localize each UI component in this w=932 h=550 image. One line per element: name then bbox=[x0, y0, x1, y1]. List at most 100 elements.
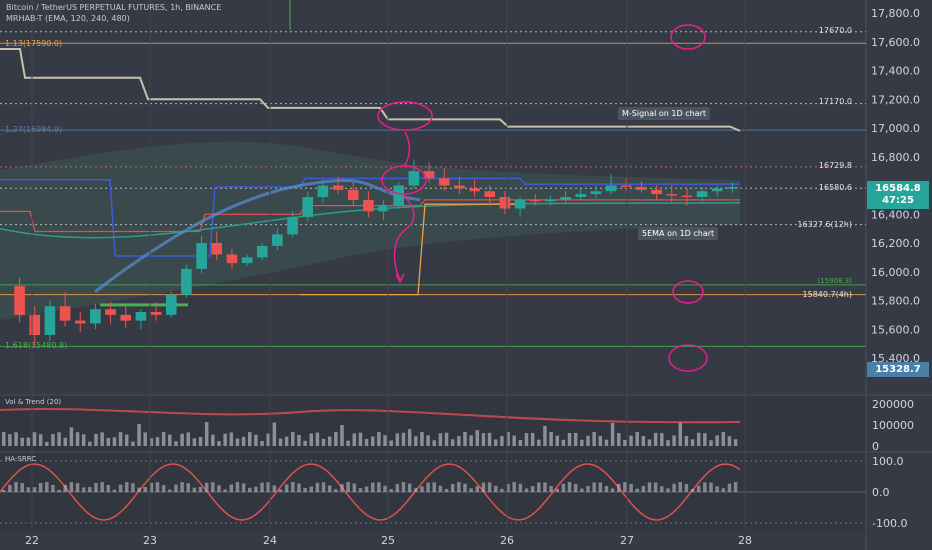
osc-tick-label: 100.0 bbox=[872, 455, 904, 468]
candle-body bbox=[90, 309, 101, 324]
volume-bar bbox=[709, 440, 713, 446]
candle-body bbox=[363, 199, 374, 212]
osc-bar bbox=[426, 482, 430, 492]
osc-bar bbox=[727, 483, 732, 492]
candle-body bbox=[605, 185, 617, 192]
volume-bar bbox=[629, 435, 633, 446]
osc-bar bbox=[297, 483, 301, 492]
price-tick-label: 17,600.0 bbox=[871, 36, 920, 49]
osc-bar bbox=[235, 482, 240, 492]
volume-bar bbox=[272, 422, 277, 446]
osc-bar bbox=[340, 484, 344, 492]
osc-bar bbox=[715, 486, 719, 492]
volume-bar bbox=[696, 432, 701, 446]
volume-bar bbox=[450, 439, 455, 446]
volume-bar bbox=[161, 432, 166, 446]
candle-body bbox=[105, 309, 116, 315]
osc-bar bbox=[377, 482, 381, 492]
osc-bar bbox=[395, 484, 400, 492]
candle-body bbox=[666, 194, 678, 196]
indicator-title: MRHAB-T (EMA, 120, 240, 480) bbox=[6, 14, 130, 23]
osc-bar bbox=[457, 482, 461, 492]
osc-bar bbox=[420, 486, 424, 492]
osc-bar bbox=[672, 483, 676, 492]
volume-bar bbox=[592, 432, 596, 446]
osc-bar bbox=[88, 487, 92, 492]
osc-bar bbox=[20, 483, 24, 492]
volume-bar bbox=[561, 439, 566, 446]
volume-bar bbox=[518, 439, 523, 446]
volume-bar bbox=[420, 432, 424, 446]
price-chart[interactable]: 15,400.015,600.015,800.016,000.016,200.0… bbox=[0, 0, 932, 550]
osc-bar bbox=[346, 482, 350, 492]
osc-bar bbox=[414, 488, 418, 492]
osc-bar bbox=[684, 484, 689, 492]
candle-body bbox=[575, 194, 587, 197]
osc-bar bbox=[389, 489, 393, 492]
osc-bar bbox=[364, 486, 369, 492]
candle-body bbox=[438, 178, 450, 186]
candle-body bbox=[651, 189, 662, 195]
candle-body bbox=[529, 199, 541, 202]
candle-body bbox=[499, 197, 511, 209]
volume-bar bbox=[660, 433, 664, 446]
osc-bar bbox=[463, 483, 467, 492]
volume-bar bbox=[371, 436, 375, 446]
volume-bar bbox=[487, 432, 492, 446]
candle-body bbox=[272, 234, 283, 246]
level-label-16580: 16580.6 bbox=[818, 183, 852, 192]
osc-bar bbox=[641, 485, 646, 492]
osc-bar bbox=[450, 484, 455, 492]
volume-bar bbox=[327, 436, 332, 446]
current-price-value: 16584.8 bbox=[875, 183, 921, 194]
volume-bar bbox=[703, 433, 707, 446]
price-tick-label: 15,600.0 bbox=[871, 323, 920, 336]
candle-body bbox=[469, 188, 480, 192]
price-tick-label: 17,800.0 bbox=[871, 7, 920, 20]
osc-bar bbox=[291, 482, 295, 492]
osc-bar bbox=[610, 488, 615, 492]
volume-bar bbox=[38, 434, 43, 446]
volume-bar bbox=[573, 432, 578, 446]
volume-bar bbox=[469, 435, 473, 446]
time-tick-label: 23 bbox=[143, 534, 157, 547]
volume-bar bbox=[14, 432, 18, 446]
osc-bar bbox=[192, 487, 197, 492]
osc-bar bbox=[604, 486, 609, 492]
volume-bar bbox=[8, 434, 12, 446]
osc-bar bbox=[161, 485, 166, 492]
osc-bar bbox=[75, 483, 80, 492]
volume-bar bbox=[598, 435, 603, 446]
osc-bar bbox=[155, 482, 160, 492]
price-tick-label: 17,200.0 bbox=[871, 93, 920, 106]
volume-bar bbox=[118, 432, 123, 446]
osc-bar bbox=[100, 482, 104, 492]
osc-bar bbox=[284, 484, 289, 492]
volume-bar bbox=[727, 436, 732, 446]
candle-body bbox=[120, 314, 132, 321]
volume-bar bbox=[223, 433, 227, 446]
volume-bar bbox=[57, 432, 61, 446]
fib-label-127: 1.27(16984.9) bbox=[5, 125, 63, 134]
volume-bar bbox=[32, 432, 37, 446]
osc-bar bbox=[14, 482, 18, 492]
osc-bar bbox=[383, 485, 387, 492]
candle-body bbox=[711, 188, 723, 192]
osc-bar bbox=[617, 483, 621, 492]
candle-body bbox=[620, 185, 632, 187]
candle-body bbox=[181, 268, 192, 295]
candle-body bbox=[287, 217, 298, 235]
volume-bar bbox=[217, 441, 221, 446]
candle-body bbox=[332, 185, 344, 190]
volume-bar bbox=[463, 432, 467, 446]
osc-bar bbox=[549, 485, 553, 492]
volume-bar bbox=[414, 436, 418, 446]
osc-bar bbox=[112, 489, 117, 492]
candle-body bbox=[560, 197, 571, 200]
osc-bar bbox=[580, 488, 584, 492]
volume-bar bbox=[291, 432, 295, 446]
osc-bar bbox=[598, 482, 603, 492]
volume-bar bbox=[100, 432, 104, 446]
osc-bar bbox=[137, 487, 141, 492]
osc-tick-label: 0.0 bbox=[872, 486, 890, 499]
